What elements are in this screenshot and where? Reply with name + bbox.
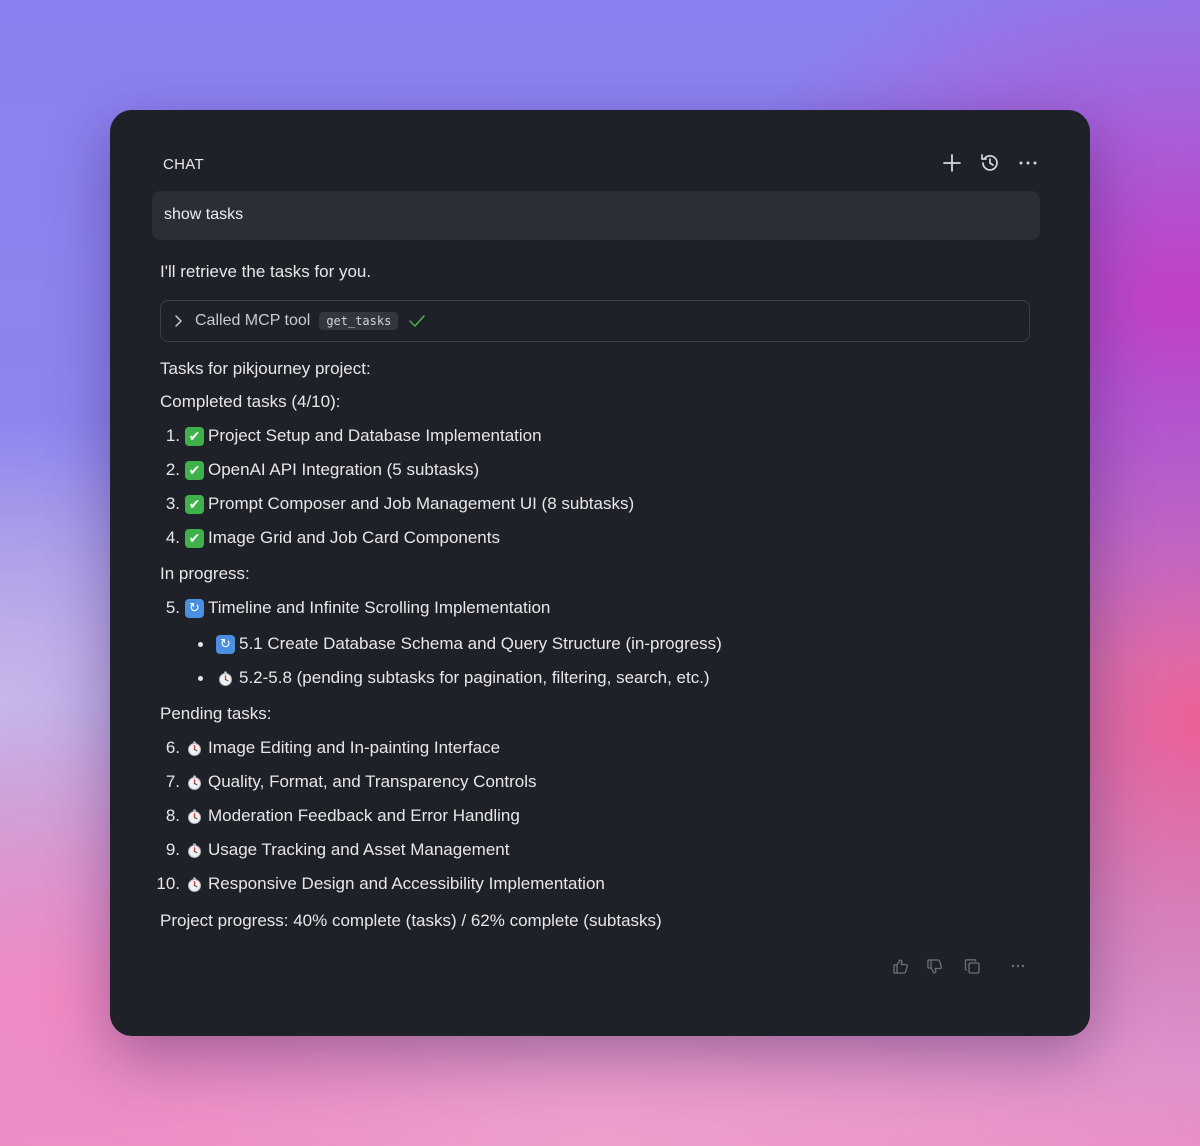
check-emoji: ✔ (185, 528, 204, 548)
message-actions (890, 956, 1028, 976)
completed-heading: Completed tasks (4/10): (160, 392, 341, 411)
history-button[interactable] (978, 151, 1002, 175)
chevron-right-icon (173, 314, 187, 328)
task-number: 8. (165, 806, 180, 825)
check-emoji: ✔ (185, 494, 204, 514)
copy-icon (964, 958, 980, 974)
task-row: 6. Image Editing and In-painting Interfac… (160, 736, 1040, 760)
assistant-intro: I'll retrieve the tasks for you. (160, 262, 372, 281)
pending-heading: Pending tasks: (160, 704, 272, 723)
task-text: Prompt Composer and Job Management UI (8… (208, 494, 635, 513)
task-number: 6. (165, 738, 180, 757)
tool-name-badge: get_tasks (319, 312, 399, 330)
bullet-icon (198, 641, 203, 647)
task-text: Project Setup and Database Implementatio… (208, 426, 542, 445)
subtask-row: 5.2-5.8 (pending subtasks for pagination… (160, 666, 1040, 690)
timer-emoji (185, 773, 204, 792)
timer-emoji (185, 841, 204, 860)
timer-emoji (216, 669, 235, 688)
completed-task-list: 1. ✔ Project Setup and Database Implementa… (160, 424, 1040, 550)
cycle-emoji: ↻ (185, 598, 204, 618)
new-chat-button[interactable] (940, 151, 964, 175)
plus-icon (943, 154, 961, 172)
thumbs-up-icon (892, 958, 908, 974)
subtask-text: 5.2-5.8 (pending subtasks for pagination… (239, 668, 710, 687)
thumbs-down-button[interactable] (924, 956, 944, 976)
checkmark-icon (408, 314, 426, 328)
more-options-button[interactable] (1016, 151, 1040, 175)
task-number: 3. (165, 494, 180, 513)
task-row: 1. ✔ Project Setup and Database Implementa… (160, 424, 1040, 448)
copy-button[interactable] (962, 956, 982, 976)
task-row: 10. Responsive Design and Accessibility I… (156, 872, 1040, 896)
panel-title: CHAT (163, 156, 204, 173)
timer-emoji (185, 739, 204, 758)
timer-emoji (185, 875, 204, 894)
task-row: 7. Quality, Format, and Transparency Cont… (160, 770, 1040, 794)
task-number: 7. (165, 772, 180, 791)
in-progress-heading: In progress: (160, 564, 250, 583)
more-horizontal-icon (1019, 161, 1037, 165)
user-message-bubble[interactable]: show tasks (152, 191, 1040, 240)
progress-summary: Project progress: 40% complete (tasks) /… (160, 911, 662, 930)
tool-call-disclosure[interactable]: Called MCP tool get_tasks (160, 300, 1030, 342)
header-actions (940, 151, 1040, 175)
task-text: Timeline and Infinite Scrolling Implemen… (208, 598, 551, 617)
subtask-row: ↻ 5.1 Create Database Schema and Query St… (160, 632, 1040, 656)
subtask-text: 5.1 Create Database Schema and Query Str… (239, 634, 722, 653)
bullet-icon (198, 675, 203, 681)
task-text: Image Grid and Job Card Components (208, 528, 500, 547)
history-icon (981, 154, 998, 171)
task-number: 4. (165, 528, 180, 547)
more-horizontal-icon (1011, 964, 1025, 968)
in-progress-subtask-list: ↻ 5.1 Create Database Schema and Query St… (160, 632, 1040, 690)
task-text: Responsive Design and Accessibility Impl… (208, 874, 605, 893)
chat-panel: CHAT show tasks I'll retrieve the tasks (110, 110, 1090, 1036)
cycle-emoji: ↻ (216, 634, 235, 654)
task-text: Image Editing and In-painting Interface (208, 738, 501, 757)
thumbs-down-icon (926, 958, 942, 974)
thumbs-up-button[interactable] (890, 956, 910, 976)
task-row: 8. Moderation Feedback and Error Handling (160, 804, 1040, 828)
task-row: 9. Usage Tracking and Asset Management (160, 838, 1040, 862)
user-message-text: show tasks (164, 206, 244, 223)
project-heading: Tasks for pikjourney project: (160, 359, 371, 378)
message-more-button[interactable] (1008, 956, 1028, 976)
task-number: 10. (156, 874, 180, 893)
task-row: 4. ✔ Image Grid and Job Card Components (160, 526, 1040, 550)
check-emoji: ✔ (185, 426, 204, 446)
check-emoji: ✔ (185, 460, 204, 480)
tool-call-label: Called MCP tool (195, 312, 311, 329)
pending-task-list: 6. Image Editing and In-painting Interfac… (156, 736, 1040, 896)
task-text: OpenAI API Integration (5 subtasks) (208, 460, 480, 479)
assistant-message: I'll retrieve the tasks for you. Called … (156, 260, 1040, 933)
task-number: 9. (165, 840, 180, 859)
task-number: 5. (165, 598, 180, 617)
timer-emoji (185, 807, 204, 826)
task-row: 2. ✔ OpenAI API Integration (5 subtasks) (160, 458, 1040, 482)
task-row: 5. ↻ Timeline and Infinite Scrolling Imple… (160, 596, 1040, 620)
task-text: Moderation Feedback and Error Handling (208, 806, 520, 825)
task-text: Quality, Format, and Transparency Contro… (208, 772, 537, 791)
task-row: 3. ✔ Prompt Composer and Job Management UI… (160, 492, 1040, 516)
task-number: 2. (165, 460, 180, 479)
in-progress-task-list: 5. ↻ Timeline and Infinite Scrolling Imple… (160, 596, 1040, 620)
task-number: 1. (165, 426, 180, 445)
task-text: Usage Tracking and Asset Management (208, 840, 510, 859)
